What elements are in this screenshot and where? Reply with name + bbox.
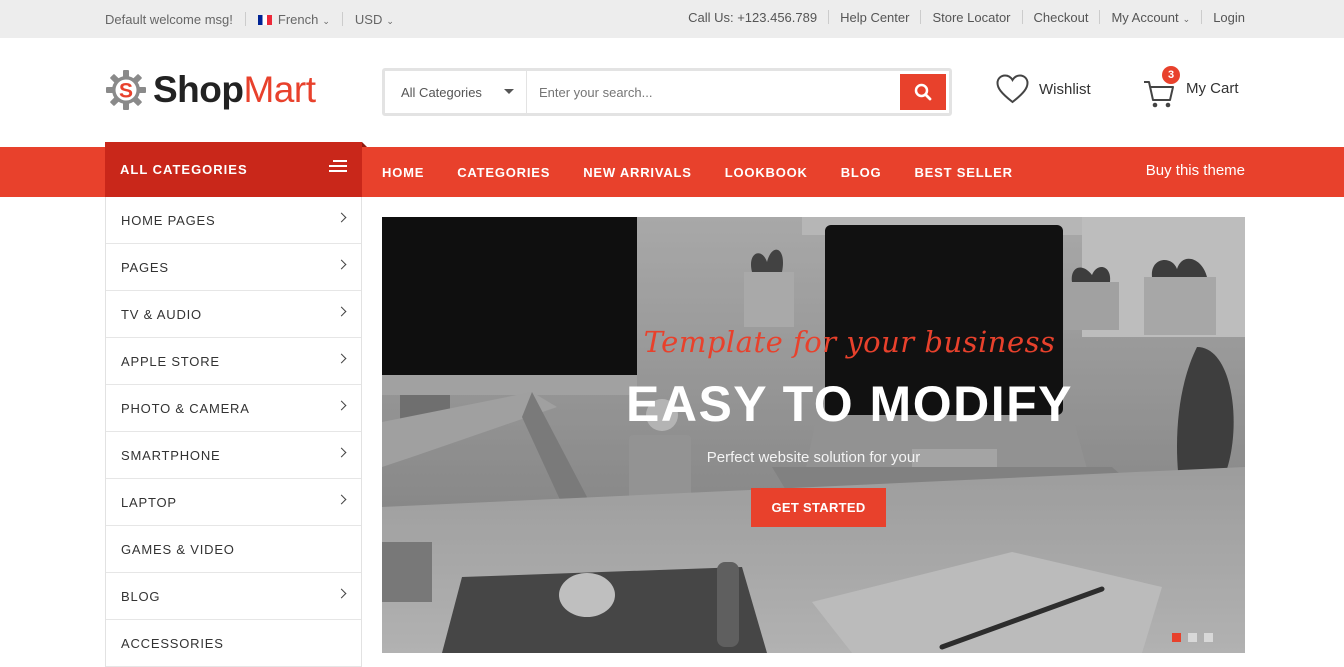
- cart-icon-wrap: 3: [1142, 66, 1180, 110]
- nav-categories[interactable]: CATEGORIES: [457, 165, 550, 180]
- hero-script-title: Template for your business: [643, 325, 1056, 359]
- language-selector[interactable]: French ⌄: [257, 11, 330, 27]
- hero-background-image: [382, 217, 1245, 653]
- my-account-dropdown[interactable]: My Account ⌄: [1111, 10, 1190, 25]
- svg-text:S: S: [119, 80, 133, 103]
- nav-blog[interactable]: BLOG: [841, 165, 882, 180]
- slider-dot-3[interactable]: [1204, 633, 1213, 642]
- chevron-right-icon: [336, 259, 347, 270]
- currency-selector[interactable]: USD ⌄: [355, 12, 394, 27]
- chevron-right-icon: [336, 494, 347, 505]
- chevron-right-icon: [336, 588, 347, 599]
- divider: [828, 10, 830, 24]
- category-sidebar: HOME PAGES PAGES TV & AUDIO APPLE STORE …: [105, 197, 362, 667]
- nav-new-arrivals[interactable]: NEW ARRIVALS: [583, 165, 692, 180]
- gear-logo-icon: S: [106, 70, 146, 110]
- chevron-right-icon: [336, 400, 347, 411]
- sidebar-item-photo-camera[interactable]: PHOTO & CAMERA: [106, 385, 361, 432]
- store-locator-link[interactable]: Store Locator: [932, 10, 1010, 25]
- wishlist-label: Wishlist: [1039, 80, 1091, 98]
- top-bar-left: Default welcome msg! French ⌄ USD ⌄: [105, 0, 394, 38]
- my-account-label: My Account: [1111, 9, 1179, 25]
- sidebar-item-label: APPLE STORE: [121, 353, 220, 369]
- search-bar: All Categories: [382, 68, 952, 116]
- checkout-link[interactable]: Checkout: [1034, 10, 1089, 25]
- sidebar-item-blog[interactable]: BLOG: [106, 573, 361, 620]
- sidebar-item-pages[interactable]: PAGES: [106, 244, 361, 291]
- hero-subtitle: Perfect website solution for your: [706, 449, 921, 466]
- login-link[interactable]: Login: [1213, 10, 1245, 25]
- sidebar-item-label: LAPTOP: [121, 494, 177, 510]
- divider: [244, 12, 246, 26]
- divider: [1099, 10, 1101, 24]
- logo-wordmark: ShopMart: [153, 68, 316, 112]
- sidebar-item-tv-audio[interactable]: TV & AUDIO: [106, 291, 361, 338]
- sidebar-item-accessories[interactable]: ACCESSORIES: [106, 620, 361, 667]
- sidebar-item-smartphone[interactable]: SMARTPHONE: [106, 432, 361, 479]
- logo-mart: Mart: [243, 69, 316, 110]
- hero-headline: EASY TO MODIFY: [625, 376, 1073, 432]
- divider: [1201, 10, 1203, 24]
- logo-shop: Shop: [153, 69, 244, 110]
- chevron-down-icon: ⌄: [322, 15, 330, 26]
- chevron-right-icon: [336, 212, 347, 223]
- search-icon: [914, 83, 932, 101]
- sidebar-item-label: TV & AUDIO: [121, 306, 202, 322]
- chevron-right-icon: [336, 447, 347, 458]
- buy-theme-link[interactable]: Buy this theme: [1146, 147, 1245, 193]
- sidebar-item-apple-store[interactable]: APPLE STORE: [106, 338, 361, 385]
- divider: [1021, 10, 1023, 24]
- slider-dot-1[interactable]: [1172, 633, 1181, 642]
- french-flag-icon: [257, 15, 272, 26]
- sidebar-item-label: BLOG: [121, 588, 161, 604]
- all-categories-label: ALL CATEGORIES: [120, 162, 248, 177]
- heart-icon: [996, 74, 1029, 104]
- get-started-button[interactable]: GET STARTED: [751, 488, 886, 527]
- nav-home[interactable]: HOME: [382, 165, 424, 180]
- call-us: Call Us: +123.456.789: [688, 9, 818, 25]
- sidebar-item-label: HOME PAGES: [121, 212, 216, 228]
- top-bar: Default welcome msg! French ⌄ USD ⌄ Call U…: [0, 0, 1344, 38]
- hero-slider: Template for your business EASY TO MODIF…: [382, 217, 1245, 653]
- chevron-down-icon: ⌄: [386, 15, 394, 26]
- wishlist-link[interactable]: Wishlist: [996, 74, 1091, 104]
- sidebar-item-games-video[interactable]: GAMES & VIDEO: [106, 526, 361, 573]
- language-label: French: [277, 11, 319, 27]
- divider: [341, 12, 343, 26]
- category-select-label: All Categories: [401, 84, 482, 100]
- chevron-right-icon: [336, 306, 347, 317]
- nav-lookbook[interactable]: LOOKBOOK: [725, 165, 808, 180]
- caret-down-icon: [504, 89, 514, 94]
- category-select[interactable]: All Categories: [385, 71, 527, 113]
- cart-label: My Cart: [1186, 79, 1239, 97]
- chevron-down-icon: ⌄: [1182, 13, 1191, 24]
- welcome-message: Default welcome msg!: [105, 11, 233, 27]
- divider: [920, 10, 922, 24]
- site-logo[interactable]: S ShopMart: [105, 68, 316, 112]
- menu-icon: [329, 160, 347, 175]
- cart-link[interactable]: 3 My Cart: [1142, 66, 1239, 110]
- sidebar-item-label: SMARTPHONE: [121, 447, 221, 463]
- sidebar-item-laptop[interactable]: LAPTOP: [106, 479, 361, 526]
- search-input[interactable]: [527, 71, 900, 113]
- nav-best-seller[interactable]: BEST SELLER: [914, 165, 1012, 180]
- top-bar-right: Call Us: +123.456.789 Help Center Store …: [688, 0, 1245, 34]
- search-button[interactable]: [900, 74, 946, 110]
- slider-pagination: [1172, 633, 1220, 642]
- all-categories-button[interactable]: ALL CATEGORIES: [105, 142, 367, 197]
- sidebar-item-home-pages[interactable]: HOME PAGES: [106, 197, 361, 244]
- currency-label: USD: [354, 11, 383, 27]
- cart-count-badge: 3: [1162, 66, 1180, 84]
- main-nav-links: HOME CATEGORIES NEW ARRIVALS LOOKBOOK BL…: [382, 147, 1046, 197]
- help-center-link[interactable]: Help Center: [840, 10, 909, 25]
- slider-dot-2[interactable]: [1188, 633, 1197, 642]
- chevron-right-icon: [336, 353, 347, 364]
- sidebar-item-label: ACCESSORIES: [121, 635, 224, 651]
- sidebar-item-label: PHOTO & CAMERA: [121, 400, 250, 416]
- sidebar-item-label: PAGES: [121, 259, 169, 275]
- sidebar-item-label: GAMES & VIDEO: [121, 541, 235, 557]
